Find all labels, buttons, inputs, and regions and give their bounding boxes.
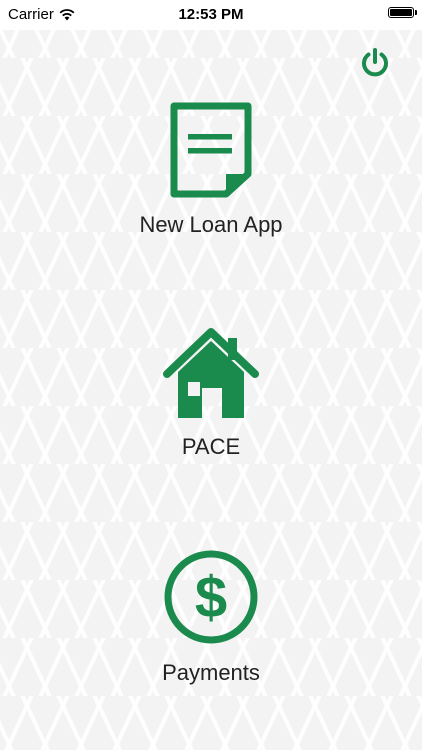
power-icon <box>362 48 388 77</box>
battery-level <box>390 9 412 16</box>
pace-button[interactable]: PACE <box>0 326 422 460</box>
document-icon <box>170 102 252 198</box>
new-loan-app-label: New Loan App <box>139 212 283 237</box>
house-icon <box>163 328 259 418</box>
battery-icon <box>388 7 417 18</box>
svg-text:$: $ <box>195 565 227 630</box>
dollar-icon: $ <box>164 550 258 644</box>
payments-button[interactable]: $ Payments <box>0 548 422 686</box>
status-right <box>388 7 417 18</box>
status-time: 12:53 PM <box>178 6 244 23</box>
status-bar: Carrier 12:53 PM <box>0 0 422 30</box>
new-loan-app-button[interactable]: New Loan App <box>0 100 422 238</box>
payments-label: Payments <box>162 660 260 685</box>
pace-label: PACE <box>181 434 241 459</box>
power-button[interactable] <box>358 46 392 80</box>
